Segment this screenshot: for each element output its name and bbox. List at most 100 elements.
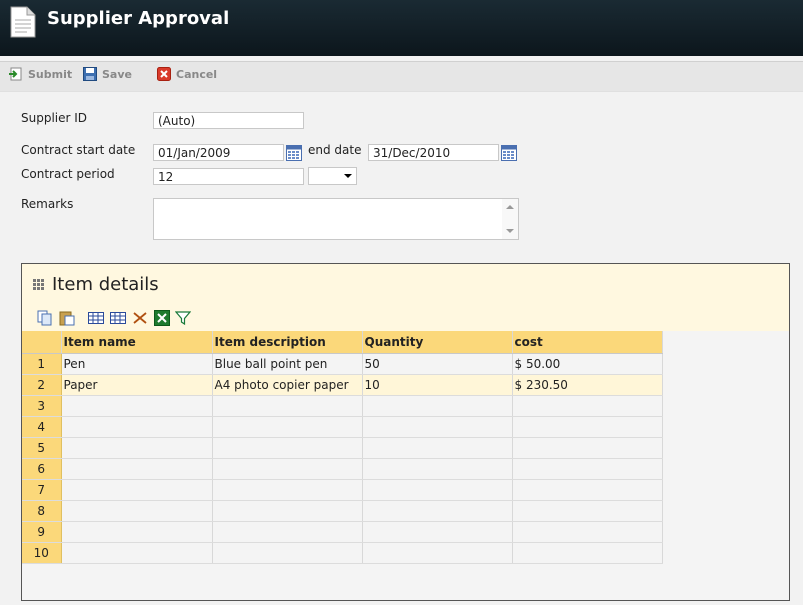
grid-cell[interactable] [61, 437, 213, 459]
panel-header: Item details [22, 264, 789, 304]
grid-cell[interactable] [212, 395, 363, 417]
row-number[interactable]: 4 [22, 416, 62, 438]
insert-row-icon[interactable] [88, 310, 104, 326]
table-row[interactable]: 8 [22, 500, 663, 522]
excel-export-icon[interactable] [154, 310, 170, 326]
grid-cell[interactable] [212, 416, 363, 438]
grid-cell[interactable] [61, 416, 213, 438]
column-header[interactable]: Item description [212, 331, 363, 354]
row-number-header [22, 331, 62, 354]
grid-cell[interactable] [212, 458, 363, 480]
grid-cell[interactable] [512, 437, 663, 459]
grid-cell[interactable]: Pen [61, 353, 213, 375]
grid-cell[interactable] [61, 542, 213, 564]
row-number[interactable]: 2 [22, 374, 62, 396]
contract-start-field[interactable]: 01/Jan/2009 [153, 144, 284, 161]
page-title: Supplier Approval [47, 8, 230, 29]
row-number[interactable]: 6 [22, 458, 62, 480]
cancel-label: Cancel [176, 68, 218, 81]
action-toolbar: Submit Save Cancel [0, 61, 803, 92]
grid-cell[interactable] [512, 479, 663, 501]
table-row[interactable]: 3 [22, 395, 663, 417]
table-row[interactable]: 6 [22, 458, 663, 480]
calendar-icon[interactable] [286, 145, 302, 161]
grid-cell[interactable]: Paper [61, 374, 213, 396]
grid-cell[interactable]: Blue ball point pen [212, 353, 363, 375]
column-header[interactable]: Quantity [362, 331, 513, 354]
row-number[interactable]: 7 [22, 479, 62, 501]
grid-cell[interactable] [61, 395, 213, 417]
grid-cell[interactable] [362, 458, 513, 480]
grid-cell[interactable] [212, 437, 363, 459]
document-icon [10, 6, 36, 38]
grid-cell[interactable] [362, 416, 513, 438]
supplier-id-label: Supplier ID [21, 111, 88, 125]
filter-icon[interactable] [175, 310, 191, 326]
delete-row-icon[interactable] [110, 310, 126, 326]
contract-period-unit-select[interactable] [308, 167, 357, 185]
grid-cell[interactable] [362, 500, 513, 522]
table-row[interactable]: 10 [22, 542, 663, 564]
table-row[interactable]: 4 [22, 416, 663, 438]
grid-cell[interactable]: A4 photo copier paper [212, 374, 363, 396]
grid-cell[interactable] [362, 542, 513, 564]
title-bar: Supplier Approval [0, 0, 803, 56]
row-number[interactable]: 5 [22, 437, 62, 459]
end-date-label: end date [308, 143, 362, 157]
table-row[interactable]: 1 Pen Blue ball point pen 50 $ 50.00 [22, 353, 663, 375]
grid-cell[interactable] [512, 395, 663, 417]
grid-cell[interactable] [61, 458, 213, 480]
table-row[interactable]: 5 [22, 437, 663, 459]
grid-cell[interactable]: $ 230.50 [512, 374, 663, 396]
panel-title: Item details [52, 274, 159, 295]
calendar-icon[interactable] [501, 145, 517, 161]
grid-cell[interactable]: 50 [362, 353, 513, 375]
grid-cell[interactable]: $ 50.00 [512, 353, 663, 375]
cancel-icon [157, 67, 171, 81]
grid-cell[interactable] [512, 542, 663, 564]
grid-cell[interactable] [212, 542, 363, 564]
grid-cell[interactable] [212, 500, 363, 522]
end-date-field[interactable]: 31/Dec/2010 [368, 144, 499, 161]
table-row[interactable]: 9 [22, 521, 663, 543]
grid-cell[interactable] [512, 458, 663, 480]
grid-cell[interactable] [61, 500, 213, 522]
remarks-label: Remarks [21, 197, 74, 211]
copy-icon[interactable] [37, 310, 53, 326]
grid-cell[interactable] [61, 479, 213, 501]
cut-icon[interactable] [132, 310, 148, 326]
contract-period-label: Contract period [21, 167, 115, 181]
grid-cell[interactable] [362, 521, 513, 543]
grid-cell[interactable] [512, 416, 663, 438]
table-row[interactable]: 7 [22, 479, 663, 501]
grid-cell[interactable] [362, 395, 513, 417]
row-number[interactable]: 10 [22, 542, 62, 564]
remarks-textarea[interactable] [153, 198, 519, 240]
paste-icon[interactable] [59, 310, 75, 326]
save-label: Save [102, 68, 132, 81]
row-number[interactable]: 8 [22, 500, 62, 522]
row-number[interactable]: 1 [22, 353, 62, 375]
table-row[interactable]: 2 Paper A4 photo copier paper 10 $ 230.50 [22, 374, 663, 396]
grid-cell[interactable] [61, 521, 213, 543]
contract-start-label: Contract start date [21, 143, 136, 157]
scroll-up-icon[interactable] [506, 205, 514, 209]
item-details-panel: Item details Item name Item description … [21, 263, 790, 601]
row-number[interactable]: 9 [22, 521, 62, 543]
contract-period-field[interactable]: 12 [153, 168, 304, 185]
grid-cell[interactable] [512, 521, 663, 543]
grid-cell[interactable] [362, 437, 513, 459]
grid-cell[interactable] [512, 500, 663, 522]
grid-cell[interactable] [212, 479, 363, 501]
floppy-disk-icon [83, 67, 97, 81]
grid-cell[interactable] [212, 521, 363, 543]
row-number[interactable]: 3 [22, 395, 62, 417]
remarks-scrollbar[interactable] [502, 199, 518, 239]
grid-toolbar [22, 304, 789, 331]
column-header[interactable]: cost [512, 331, 663, 354]
scroll-down-icon[interactable] [506, 229, 514, 233]
grid-cell[interactable] [362, 479, 513, 501]
grid-cell[interactable]: 10 [362, 374, 513, 396]
supplier-id-field[interactable]: (Auto) [153, 112, 304, 129]
column-header[interactable]: Item name [61, 331, 213, 354]
